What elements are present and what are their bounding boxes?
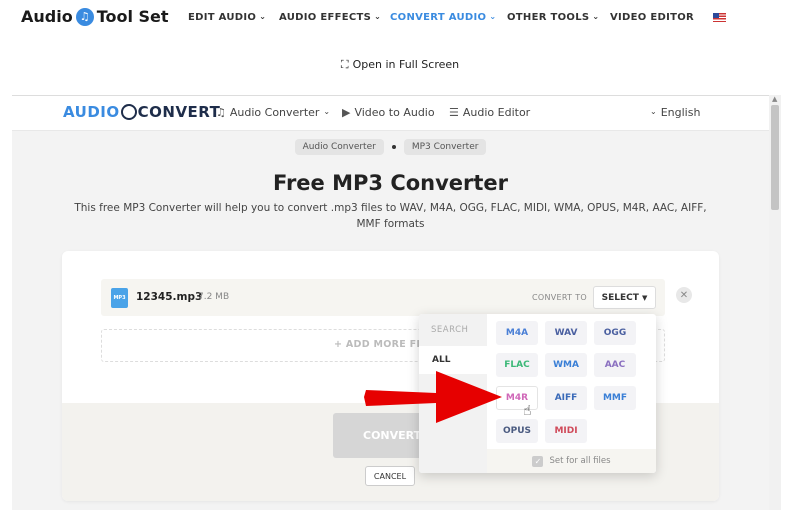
add-more-label: + ADD MORE FIL	[334, 339, 427, 350]
remove-file-button[interactable]: ✕	[676, 287, 692, 303]
page-description: This free MP3 Converter will help you to…	[74, 202, 707, 230]
chevron-down-icon: ⌄	[650, 107, 657, 116]
format-ogg[interactable]: OGG	[594, 321, 636, 345]
breadcrumb-audio-converter[interactable]: Audio Converter	[294, 139, 384, 155]
site-topbar: Audio ♫ Tool Set EDIT AUDIO ⌄ AUDIO EFFEC…	[0, 0, 800, 36]
us-flag-icon[interactable]	[713, 13, 726, 22]
app-nav-audio-editor[interactable]: ☰ Audio Editor	[449, 106, 530, 119]
format-midi[interactable]: MIDI	[545, 419, 587, 443]
mp3-file-icon: MP3	[111, 288, 128, 308]
format-wav[interactable]: WAV	[545, 321, 587, 345]
red-arrow-annotation	[364, 371, 502, 423]
chevron-down-icon: ⌄	[374, 12, 382, 21]
cancel-button[interactable]: CANCEL	[365, 466, 415, 486]
format-mmf[interactable]: MMF	[594, 386, 636, 410]
format-search-input[interactable]: SEARCH	[431, 325, 468, 335]
format-m4a[interactable]: M4A	[496, 321, 538, 345]
sliders-icon: ☰	[449, 106, 459, 119]
page-scrollbar-thumb[interactable]	[771, 105, 779, 210]
breadcrumb-mp3-converter[interactable]: MP3 Converter	[403, 139, 487, 155]
file-size: 7.2 MB	[198, 292, 230, 302]
app-nav-video-to-audio[interactable]: ▶ Video to Audio	[342, 106, 435, 119]
app-nav-audio-converter[interactable]: ♫ Audio Converter ⌄	[216, 106, 330, 119]
language-selector[interactable]: ⌄ English	[650, 106, 700, 119]
chevron-down-icon: ⌄	[592, 12, 600, 21]
breadcrumb: Audio Converter MP3 Converter	[12, 139, 769, 155]
music-note-icon: ♫	[216, 106, 226, 119]
audio-convert-logo[interactable]: AUDIO CONVERT	[63, 103, 220, 121]
page-title: Free MP3 Converter	[272, 171, 509, 195]
swirl-icon	[120, 104, 137, 120]
file-row: MP3 12345.mp3 7.2 MB CONVERT TO SELECT ▼	[101, 279, 665, 316]
convert-to-label: CONVERT TO	[532, 293, 587, 302]
fullscreen-link[interactable]: ⛶ Open in Full Screen	[0, 58, 800, 72]
nav-convert-audio[interactable]: CONVERT AUDIO ⌄	[390, 12, 496, 23]
site-nav: EDIT AUDIO ⌄ AUDIO EFFECTS ⌄ CONVERT AUDIO…	[0, 12, 800, 26]
app-header: AUDIO CONVERT ♫ Audio Converter ⌄ ▶ Vide…	[12, 96, 769, 131]
checkbox-icon[interactable]: ✓	[532, 455, 544, 467]
format-grid: M4A WAV OGG FLAC WMA AAC M4R AIFF MMF OP…	[487, 314, 656, 449]
video-icon: ▶	[342, 106, 351, 119]
set-for-all-files[interactable]: ✓ Set for all files	[487, 449, 656, 473]
close-icon: ✕	[679, 289, 689, 301]
format-aiff[interactable]: AIFF	[545, 386, 587, 410]
page-scrollbar[interactable]: ▲	[769, 95, 781, 510]
nav-video-editor[interactable]: VIDEO EDITOR	[610, 12, 694, 23]
fullscreen-icon: ⛶	[340, 58, 349, 71]
format-aac[interactable]: AAC	[594, 353, 636, 377]
chevron-down-icon: ⌄	[259, 12, 267, 21]
breadcrumb-separator	[391, 145, 396, 149]
caret-down-icon: ▼	[641, 293, 648, 302]
nav-edit-audio[interactable]: EDIT AUDIO ⌄	[188, 12, 266, 23]
format-wma[interactable]: WMA	[545, 353, 587, 377]
chevron-down-icon: ⌄	[489, 12, 497, 21]
chevron-down-icon: ⌄	[323, 107, 331, 116]
hand-cursor-icon: ☝	[523, 403, 532, 419]
arrow-shape	[364, 371, 502, 423]
file-name: 12345.mp3	[136, 291, 203, 303]
nav-other-tools[interactable]: OTHER TOOLS ⌄	[507, 12, 599, 23]
select-format-button[interactable]: SELECT ▼	[593, 286, 656, 309]
scroll-up-arrow-icon[interactable]: ▲	[772, 95, 777, 103]
nav-audio-effects[interactable]: AUDIO EFFECTS ⌄	[279, 12, 381, 23]
